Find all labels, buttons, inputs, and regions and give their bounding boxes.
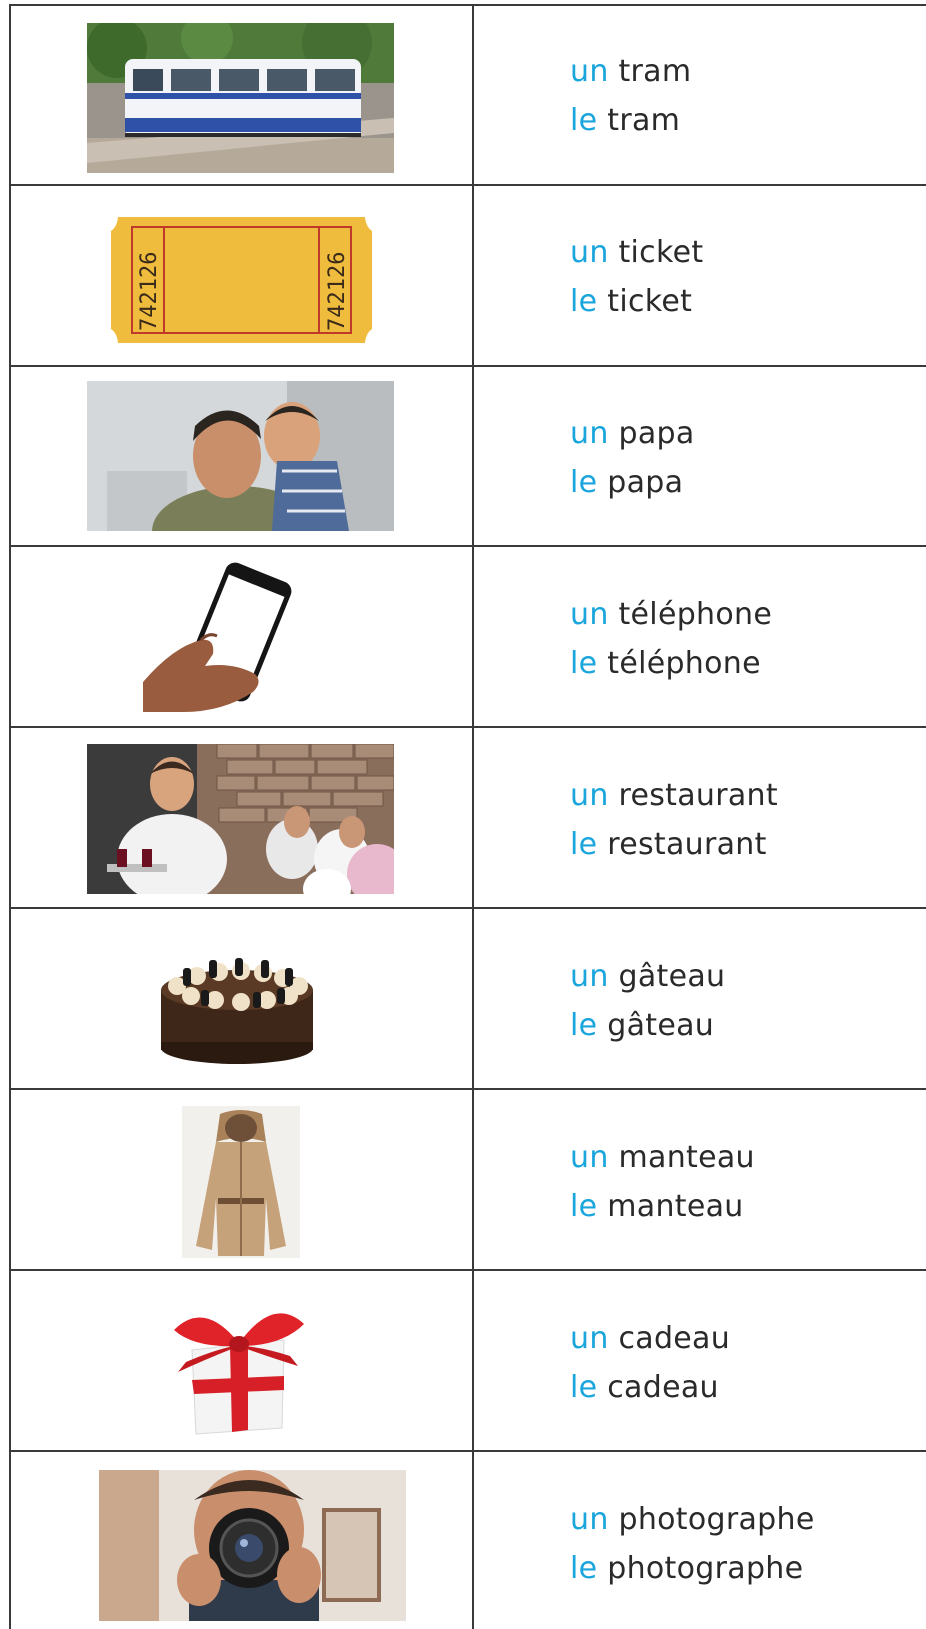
definite-line: le photographe [570, 1544, 815, 1593]
indefinite-line: un ticket [570, 228, 703, 277]
indefinite-article: un [570, 1502, 609, 1537]
table-border-left [9, 4, 11, 1629]
phone-in-hand-image [143, 562, 313, 712]
indefinite-article: un [570, 778, 609, 813]
noun: ticket [618, 235, 704, 270]
noun: tram [607, 103, 681, 138]
noun: cadeau [607, 1370, 719, 1405]
word-pair-cadeau: un cadeau le cadeau [570, 1314, 730, 1412]
noun: tram [618, 54, 692, 89]
word-pair-tram: un tram le tram [570, 47, 691, 145]
row-divider [9, 1088, 926, 1090]
definite-article: le [570, 465, 598, 500]
definite-line: le papa [570, 458, 695, 507]
father-son-image [87, 381, 394, 531]
noun: téléphone [618, 597, 773, 632]
vocabulary-table: un tram le tram 742126 742126 un ticket … [9, 4, 926, 1629]
noun: photographe [618, 1502, 815, 1537]
restaurant-image [87, 744, 394, 894]
word-pair-papa: un papa le papa [570, 409, 695, 507]
photographer-image [99, 1470, 406, 1621]
word-pair-photographe: un photographe le photographe [570, 1495, 815, 1593]
noun: manteau [607, 1189, 744, 1224]
definite-line: le cadeau [570, 1363, 730, 1412]
word-pair-ticket: un ticket le ticket [570, 228, 703, 326]
indefinite-line: un tram [570, 47, 691, 96]
word-pair-restaurant: un restaurant le restaurant [570, 771, 778, 869]
noun: papa [607, 465, 684, 500]
indefinite-line: un manteau [570, 1133, 755, 1182]
indefinite-article: un [570, 235, 609, 270]
definite-article: le [570, 103, 598, 138]
definite-article: le [570, 827, 598, 862]
coat-image [182, 1106, 300, 1258]
indefinite-article: un [570, 416, 609, 451]
definite-line: le ticket [570, 277, 703, 326]
ticket-number-left: 742126 [137, 252, 162, 331]
definite-article: le [570, 284, 598, 319]
indefinite-line: un téléphone [570, 590, 772, 639]
noun: restaurant [607, 827, 767, 862]
noun: photographe [607, 1551, 804, 1586]
definite-line: le téléphone [570, 639, 772, 688]
indefinite-article: un [570, 959, 609, 994]
row-divider [9, 1450, 926, 1452]
indefinite-line: un gâteau [570, 952, 725, 1001]
word-pair-telephone: un téléphone le téléphone [570, 590, 772, 688]
indefinite-article: un [570, 1321, 609, 1356]
noun: restaurant [618, 778, 778, 813]
definite-line: le gâteau [570, 1001, 725, 1050]
ticket-number-right: 742126 [325, 252, 350, 331]
definite-article: le [570, 1189, 598, 1224]
noun: cadeau [618, 1321, 731, 1356]
noun: téléphone [607, 646, 761, 681]
indefinite-line: un cadeau [570, 1314, 730, 1363]
word-pair-manteau: un manteau le manteau [570, 1133, 755, 1231]
indefinite-line: un restaurant [570, 771, 778, 820]
table-border-top [9, 4, 926, 6]
indefinite-line: un photographe [570, 1495, 815, 1544]
definite-article: le [570, 1551, 598, 1586]
indefinite-article: un [570, 54, 609, 89]
tram-image [87, 23, 394, 173]
row-divider [9, 907, 926, 909]
definite-article: le [570, 1370, 598, 1405]
noun: ticket [607, 284, 693, 319]
ticket-image: 742126 742126 [104, 209, 379, 351]
definite-line: le tram [570, 96, 691, 145]
indefinite-article: un [570, 1140, 609, 1175]
row-divider [9, 545, 926, 547]
indefinite-line: un papa [570, 409, 695, 458]
definite-line: le manteau [570, 1182, 755, 1231]
word-pair-gateau: un gâteau le gâteau [570, 952, 725, 1050]
noun: gâteau [618, 959, 726, 994]
row-divider [9, 184, 926, 186]
row-divider [9, 365, 926, 367]
column-divider [472, 4, 474, 1629]
row-divider [9, 1269, 926, 1271]
noun: gâteau [607, 1008, 715, 1043]
noun: manteau [618, 1140, 755, 1175]
indefinite-article: un [570, 597, 609, 632]
row-divider [9, 726, 926, 728]
noun: papa [618, 416, 695, 451]
gift-box-image [164, 1290, 312, 1438]
chocolate-cake-image [157, 930, 317, 1070]
definite-article: le [570, 646, 598, 681]
definite-line: le restaurant [570, 820, 778, 869]
definite-article: le [570, 1008, 598, 1043]
